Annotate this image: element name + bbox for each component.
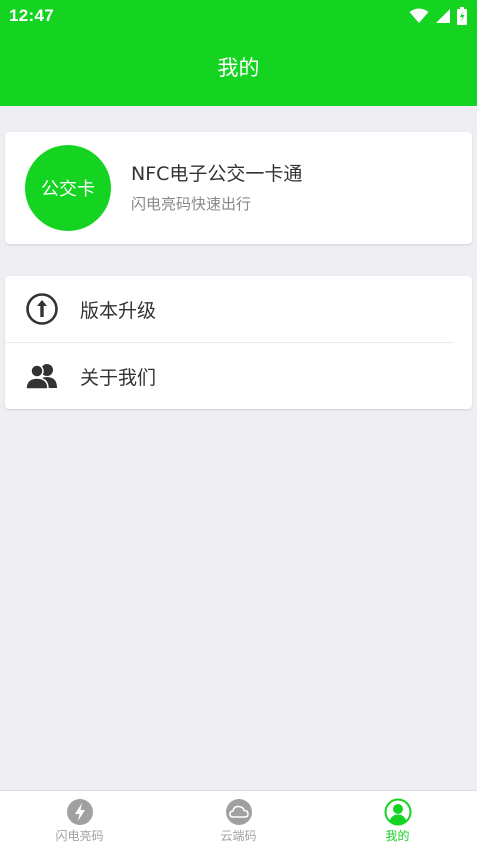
tab-mine[interactable]: 我的 [318, 791, 477, 849]
avatar: 公交卡 [25, 145, 111, 231]
upgrade-icon [24, 291, 60, 327]
tab-flash-code[interactable]: 闪电亮码 [0, 791, 159, 849]
tab-label: 我的 [385, 829, 410, 843]
tab-label: 云端码 [220, 829, 257, 843]
tab-cloud-code[interactable]: 云端码 [159, 791, 318, 849]
cloud-icon [225, 799, 252, 825]
menu-item-about[interactable]: 关于我们 [5, 343, 472, 409]
status-icons [409, 7, 467, 25]
menu-item-label: 版本升级 [80, 299, 157, 322]
user-icon [384, 798, 411, 826]
battery-icon [457, 7, 467, 25]
bottom-nav: 闪电亮码 云端码 我的 [0, 790, 477, 849]
settings-menu: 版本升级 关于我们 [5, 276, 472, 409]
app-header: 12:47 我的 [0, 0, 477, 106]
signal-icon [436, 9, 450, 23]
lightning-icon [66, 799, 93, 825]
status-time: 12:47 [9, 6, 54, 25]
tab-label: 闪电亮码 [55, 829, 104, 843]
page-title: 我的 [217, 56, 260, 80]
menu-item-label: 关于我们 [80, 366, 157, 389]
menu-item-upgrade[interactable]: 版本升级 [5, 276, 472, 342]
wifi-icon [409, 8, 429, 23]
people-icon [24, 358, 60, 394]
card-subtitle: 闪电亮码快速出行 [131, 195, 252, 213]
status-bar: 12:47 [0, 0, 477, 32]
nfc-card[interactable]: 公交卡 NFC电子公交一卡通 闪电亮码快速出行 [5, 132, 472, 244]
card-title: NFC电子公交一卡通 [131, 163, 303, 185]
